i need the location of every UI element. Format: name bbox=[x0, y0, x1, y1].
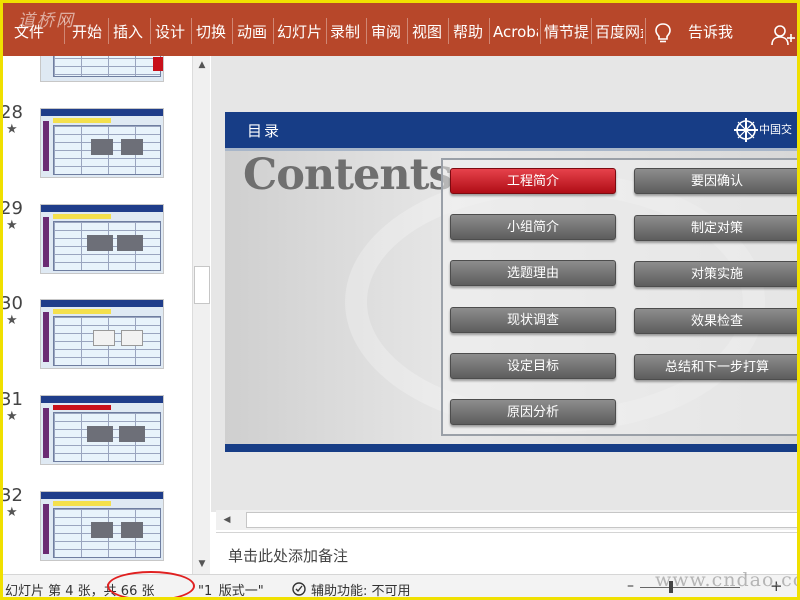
tab-separator bbox=[540, 18, 541, 44]
slide-number: 30 bbox=[0, 293, 23, 314]
menu-button-cause-analysis[interactable]: 原因分析 bbox=[450, 399, 616, 425]
tab-separator bbox=[326, 18, 327, 44]
share-person-icon[interactable] bbox=[771, 24, 797, 46]
ribbon-tabs: 道桥网 文件 开始 插入 设计 切换 动画 幻灯片 录制 审阅 视图 帮助 Ac… bbox=[0, 0, 800, 56]
tab-review[interactable]: 审阅 bbox=[371, 22, 405, 42]
tab-home[interactable]: 开始 bbox=[72, 22, 106, 42]
zoom-out-icon[interactable]: – bbox=[627, 578, 634, 594]
menu-button-team-intro[interactable]: 小组简介 bbox=[450, 214, 616, 240]
tab-separator bbox=[108, 18, 109, 44]
scroll-down-arrow-icon[interactable]: ▼ bbox=[196, 558, 208, 570]
scroll-up-arrow-icon[interactable]: ▲ bbox=[196, 59, 208, 71]
tab-animations[interactable]: 动画 bbox=[237, 22, 271, 42]
slide-thumbnails-panel: 28 ★ 29 ★ 30 ★ 31 ★ 32 ★ bbox=[0, 56, 192, 574]
notes-pane[interactable]: 单击此处添加备注 bbox=[216, 532, 800, 574]
tab-separator bbox=[448, 18, 449, 44]
slide-thumbnail[interactable] bbox=[40, 204, 164, 274]
menu-button-project-intro[interactable]: 工程简介 bbox=[450, 168, 616, 194]
slide-thumbnail[interactable] bbox=[40, 299, 164, 369]
tab-help[interactable]: 帮助 bbox=[453, 22, 487, 42]
menu-button-implementation[interactable]: 对策实施 bbox=[634, 261, 800, 287]
company-logo-text: 中国交 bbox=[759, 123, 792, 136]
slide-number: 32 bbox=[0, 485, 23, 506]
current-slide[interactable]: 目录 中国交 Contents 工程简介 小组简介 选题理由 现状调查 设定目标… bbox=[225, 112, 800, 452]
star-icon: ★ bbox=[6, 409, 18, 424]
scrollbar-thumb[interactable] bbox=[194, 266, 210, 304]
tell-me-search[interactable]: 告诉我 bbox=[688, 22, 748, 42]
slide-footer-bar bbox=[225, 444, 800, 452]
tab-file[interactable]: 文件 bbox=[14, 22, 54, 42]
menu-button-key-cause[interactable]: 要因确认 bbox=[634, 168, 800, 194]
tab-separator bbox=[273, 18, 274, 44]
menu-button-set-target[interactable]: 设定目标 bbox=[450, 353, 616, 379]
star-icon: ★ bbox=[6, 218, 18, 233]
accessibility-icon[interactable] bbox=[291, 581, 307, 597]
slide-thumbnail[interactable] bbox=[40, 108, 164, 178]
tab-separator bbox=[489, 18, 490, 44]
lightbulb-icon[interactable] bbox=[654, 22, 672, 44]
company-logo-icon bbox=[734, 118, 758, 142]
scroll-left-arrow-icon[interactable]: ◀ bbox=[220, 513, 234, 527]
tab-separator bbox=[407, 18, 408, 44]
tab-storyboard[interactable]: 情节提要 bbox=[544, 22, 589, 42]
watermark-url: www.cndao.com bbox=[655, 569, 800, 591]
slide-header-title: 目录 bbox=[247, 122, 282, 140]
tab-transitions[interactable]: 切换 bbox=[196, 22, 230, 42]
tab-slideshow[interactable]: 幻灯片 bbox=[277, 22, 325, 42]
star-icon: ★ bbox=[6, 313, 18, 328]
tab-separator bbox=[645, 18, 646, 44]
tab-separator bbox=[191, 18, 192, 44]
tab-separator bbox=[366, 18, 367, 44]
scrollbar-track[interactable] bbox=[246, 512, 800, 528]
slide-thumbnail[interactable] bbox=[40, 56, 164, 82]
tab-baidu-netdisk[interactable]: 百度网盘 bbox=[595, 22, 643, 42]
tab-separator bbox=[232, 18, 233, 44]
tab-separator bbox=[64, 18, 65, 44]
tab-insert[interactable]: 插入 bbox=[113, 22, 147, 42]
star-icon: ★ bbox=[6, 505, 18, 520]
notes-placeholder: 单击此处添加备注 bbox=[228, 547, 349, 565]
menu-button-summary-next[interactable]: 总结和下一步打算 bbox=[634, 354, 800, 380]
tab-design[interactable]: 设计 bbox=[155, 22, 189, 42]
slide-number: 28 bbox=[0, 102, 23, 123]
menu-button-topic-reason[interactable]: 选题理由 bbox=[450, 260, 616, 286]
slide-number: 29 bbox=[0, 198, 23, 219]
thumbnails-scrollbar[interactable]: ▲ ▼ bbox=[192, 56, 210, 574]
tab-separator bbox=[150, 18, 151, 44]
menu-button-countermeasures[interactable]: 制定对策 bbox=[634, 215, 800, 241]
menu-button-effect-check[interactable]: 效果检查 bbox=[634, 308, 800, 334]
tab-record[interactable]: 录制 bbox=[330, 22, 364, 42]
slide-header-bar bbox=[225, 112, 800, 148]
menu-button-status-survey[interactable]: 现状调查 bbox=[450, 307, 616, 333]
accessibility-status[interactable]: 辅助功能: 不可用 bbox=[311, 580, 411, 599]
layout-name: "1_版式一" bbox=[198, 584, 264, 599]
star-icon: ★ bbox=[6, 122, 18, 137]
tab-view[interactable]: 视图 bbox=[412, 22, 446, 42]
tab-separator bbox=[591, 18, 592, 44]
menu-panel bbox=[441, 158, 800, 436]
tab-acrobat[interactable]: Acrobat bbox=[493, 22, 538, 42]
slide-thumbnail[interactable] bbox=[40, 395, 164, 465]
slide-number: 31 bbox=[0, 389, 23, 410]
slide-contents-title: Contents bbox=[243, 150, 453, 200]
red-annotation-circle bbox=[107, 571, 195, 600]
editor-horizontal-scrollbar[interactable]: ◀ bbox=[216, 510, 800, 530]
slide-thumbnail[interactable] bbox=[40, 491, 164, 561]
